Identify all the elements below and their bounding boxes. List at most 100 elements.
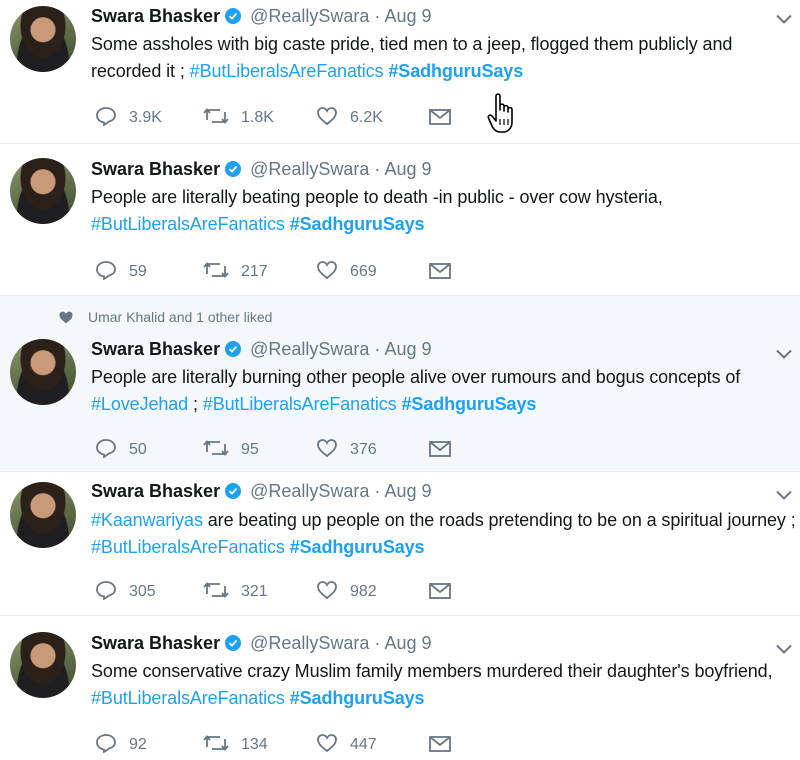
direct-message-icon <box>429 583 451 599</box>
like-button[interactable]: 669 <box>316 260 377 284</box>
verified-badge-icon <box>225 161 242 177</box>
retweet-icon <box>203 262 229 278</box>
chevron-down-icon[interactable] <box>776 14 792 24</box>
hashtag-link[interactable]: #ButLiberalsAreFanatics <box>91 537 285 557</box>
reply-icon <box>96 107 116 127</box>
retweet-button[interactable]: 217 <box>203 260 268 284</box>
tweet[interactable]: Swara Bhasker @ReallySwara · Aug 9 #Kaan… <box>0 472 800 616</box>
avatar[interactable] <box>10 482 76 548</box>
tweet-header: Swara Bhasker @ReallySwara · Aug 9 <box>91 4 431 28</box>
separator: · <box>374 6 381 26</box>
verified-badge-icon <box>225 635 242 651</box>
heart-filled-icon <box>59 311 73 324</box>
like-button[interactable]: 376 <box>316 438 377 462</box>
direct-message-button[interactable] <box>428 260 464 284</box>
like-button[interactable]: 982 <box>316 580 377 604</box>
author-handle[interactable]: @ReallySwara <box>250 339 369 359</box>
retweet-button[interactable]: 134 <box>203 733 268 757</box>
author-handle[interactable]: @ReallySwara <box>250 159 369 179</box>
tweet-text-segment: People are literally beating people to d… <box>91 187 663 207</box>
hand-cursor-icon <box>487 93 513 133</box>
tweet-header: Swara Bhasker @ReallySwara · Aug 9 <box>91 631 431 655</box>
separator: · <box>374 159 381 179</box>
reply-count: 305 <box>129 583 156 600</box>
author-name[interactable]: Swara Bhasker <box>91 481 220 501</box>
retweet-count: 95 <box>241 441 259 458</box>
like-icon <box>317 439 337 458</box>
tweet-date[interactable]: Aug 9 <box>384 6 431 26</box>
tweet[interactable]: Swara Bhasker @ReallySwara · Aug 9 Some … <box>0 0 800 144</box>
reply-button[interactable]: 92 <box>95 733 147 757</box>
like-count: 982 <box>350 583 377 600</box>
direct-message-button[interactable] <box>428 733 464 757</box>
tweet-text-segment: People are literally burning other peopl… <box>91 367 741 387</box>
retweet-icon <box>203 440 229 456</box>
tweet-header: Swara Bhasker @ReallySwara · Aug 9 <box>91 157 431 181</box>
reply-icon <box>96 261 116 281</box>
hashtag-link[interactable]: #ButLiberalsAreFanatics <box>203 394 397 414</box>
tweet-actions: 92 134 447 <box>91 733 511 757</box>
chevron-down-icon[interactable] <box>776 644 792 654</box>
retweet-icon <box>203 108 229 124</box>
retweet-button[interactable]: 1.8K <box>203 106 274 130</box>
author-handle[interactable]: @ReallySwara <box>250 481 369 501</box>
like-button[interactable]: 6.2K <box>316 106 383 130</box>
avatar[interactable] <box>10 158 76 224</box>
tweet-date[interactable]: Aug 9 <box>384 339 431 359</box>
author-name[interactable]: Swara Bhasker <box>91 159 220 179</box>
retweet-icon <box>203 735 229 751</box>
tweet-actions: 59 217 669 <box>91 260 511 284</box>
reply-count: 92 <box>129 736 147 753</box>
tweet[interactable]: Swara Bhasker @ReallySwara · Aug 9 Peopl… <box>0 144 800 296</box>
tweet[interactable]: Swara Bhasker @ReallySwara · Aug 9 Some … <box>0 616 800 760</box>
hashtag-link[interactable]: #SadhguruSays <box>388 61 523 81</box>
avatar[interactable] <box>10 6 76 72</box>
author-name[interactable]: Swara Bhasker <box>91 633 220 653</box>
hashtag-link[interactable]: #SadhguruSays <box>290 688 425 708</box>
author-name[interactable]: Swara Bhasker <box>91 6 220 26</box>
chevron-down-icon[interactable] <box>776 490 792 500</box>
tweet-actions: 3.9K 1.8K 6.2K <box>91 106 511 130</box>
reply-icon <box>96 581 116 601</box>
verified-badge-icon <box>225 8 242 24</box>
author-handle[interactable]: @ReallySwara <box>250 633 369 653</box>
tweet[interactable]: Umar Khalid and 1 other liked Swara Bhas… <box>0 296 800 472</box>
social-context-text[interactable]: Umar Khalid and 1 other liked <box>88 309 272 325</box>
tweet-date[interactable]: Aug 9 <box>384 633 431 653</box>
author-name[interactable]: Swara Bhasker <box>91 339 220 359</box>
hashtag-link[interactable]: #Kaanwariyas <box>91 510 203 530</box>
reply-button[interactable]: 3.9K <box>95 106 162 130</box>
retweet-button[interactable]: 321 <box>203 580 268 604</box>
direct-message-icon <box>429 263 451 279</box>
hashtag-link[interactable]: #ButLiberalsAreFanatics <box>91 214 285 234</box>
direct-message-button[interactable] <box>428 580 464 604</box>
avatar[interactable] <box>10 339 76 405</box>
retweet-count: 321 <box>241 583 268 600</box>
hashtag-link[interactable]: #ButLiberalsAreFanatics <box>190 61 384 81</box>
reply-icon <box>96 734 116 754</box>
reply-button[interactable]: 50 <box>95 438 147 462</box>
tweet-text: People are literally burning other peopl… <box>91 364 796 418</box>
retweet-button[interactable]: 95 <box>203 438 259 462</box>
tweet-date[interactable]: Aug 9 <box>384 159 431 179</box>
reply-button[interactable]: 305 <box>95 580 156 604</box>
verified-badge-icon <box>225 341 242 357</box>
tweet-date[interactable]: Aug 9 <box>384 481 431 501</box>
hashtag-link[interactable]: #ButLiberalsAreFanatics <box>91 688 285 708</box>
like-button[interactable]: 447 <box>316 733 377 757</box>
direct-message-button[interactable] <box>428 438 464 462</box>
hashtag-link[interactable]: #LoveJehad <box>91 394 188 414</box>
direct-message-button[interactable] <box>428 106 464 130</box>
reply-button[interactable]: 59 <box>95 260 147 284</box>
retweet-icon <box>203 582 229 598</box>
like-icon <box>317 261 337 280</box>
like-count: 669 <box>350 263 377 280</box>
hashtag-link[interactable]: #SadhguruSays <box>290 537 425 557</box>
author-handle[interactable]: @ReallySwara <box>250 6 369 26</box>
like-count: 376 <box>350 441 377 458</box>
avatar[interactable] <box>10 632 76 698</box>
hashtag-link[interactable]: #SadhguruSays <box>402 394 537 414</box>
hashtag-link[interactable]: #SadhguruSays <box>290 214 425 234</box>
chevron-down-icon[interactable] <box>776 349 792 359</box>
direct-message-icon <box>429 441 451 457</box>
